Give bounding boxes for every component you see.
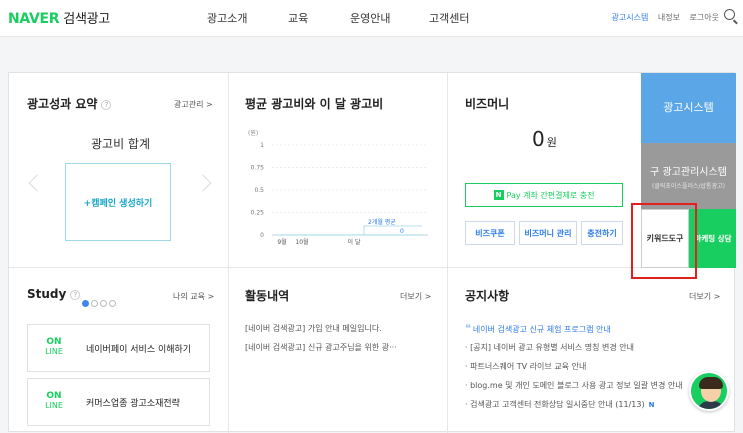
- study-card-title: 네이버페이 서비스 이해하기: [86, 345, 192, 355]
- notice-title: 공지사항: [465, 289, 510, 303]
- ad-system-button[interactable]: 광고시스템: [641, 73, 736, 143]
- study-card[interactable]: ON LINE 네이버페이 서비스 이해하기: [27, 324, 210, 372]
- bizmoney-unit: 원: [546, 136, 557, 149]
- avg-cost-chart: (원) 1 0.75 0.5 0.25 0 9월 10월 이 달 2개월 평균 0: [248, 129, 428, 246]
- notice-item[interactable]: ❝ 네이버 검색광고 신규 체험 프로그램 안내: [465, 322, 735, 335]
- study-title-text: Study: [27, 287, 67, 301]
- old-ad-system-label: 구 광고관리시스템: [650, 167, 727, 178]
- nav-ad-intro[interactable]: 광고소개: [207, 10, 247, 26]
- pagination-dot[interactable]: [82, 300, 89, 307]
- notice-item-text: blog.me 및 개인 도메인 블로그 사용 광고 정보 일괄 변경 안내: [470, 381, 683, 390]
- study-card-title: 커머스업종 광고소재전략: [86, 399, 180, 409]
- notice-item-text: 네이버 검색광고 신규 체험 프로그램 안내: [472, 325, 611, 334]
- notice-item[interactable]: · 파트너스퀘어 TV 라이브 교육 안내: [465, 361, 735, 372]
- divider: [9, 267, 641, 268]
- dashboard: 광고성과 요약? 광고관리 > 광고비 합계 +캠페인 생성하기 평균 광고비와…: [8, 72, 736, 433]
- charge-button[interactable]: 충전하기: [581, 221, 623, 245]
- notice-item-text: [공지] 네이버 광고 유형별 서비스 명칭 변경 안내: [470, 343, 634, 352]
- new-badge: N: [648, 401, 655, 409]
- y-tick-label: 0.25: [251, 210, 265, 217]
- y-tick-label: 0.75: [251, 165, 265, 172]
- activity-item[interactable]: [네이버 검색광고] 가입 안내 메일입니다.: [245, 323, 382, 334]
- chatbot-avatar-button[interactable]: [689, 371, 729, 411]
- notice-item-text: 파트너스퀘어 TV 라이브 교육 안내: [470, 362, 587, 371]
- help-icon[interactable]: ?: [70, 290, 81, 300]
- avg-cost-title: 평균 광고비와 이 달 광고비: [245, 97, 384, 111]
- help-icon[interactable]: ?: [101, 100, 112, 110]
- online-badge-on: ON: [46, 391, 62, 401]
- bizmoney-amount: 0원: [532, 127, 557, 151]
- bizmoney-value: 0: [532, 127, 545, 151]
- old-ad-system-sublabel: (클릭초이스플러스/샵통광고): [652, 183, 725, 190]
- logo-subtitle: 검색광고: [63, 12, 110, 27]
- average-annotation-value: 0: [400, 228, 404, 235]
- pagination-dot[interactable]: [109, 300, 116, 307]
- perf-title: 광고성과 요약?: [27, 95, 112, 112]
- nav-education[interactable]: 교육: [288, 10, 308, 26]
- avatar-hair: [699, 377, 723, 389]
- naver-logo[interactable]: NAVER 검색광고: [8, 8, 110, 27]
- my-education-link[interactable]: 나의 교육 >: [173, 291, 214, 302]
- chart-unit-label: (원): [248, 129, 258, 137]
- logo-text: NAVER: [8, 11, 60, 27]
- create-campaign-button[interactable]: +캠페인 생성하기: [65, 163, 171, 241]
- util-my-info-link[interactable]: 내정보: [658, 13, 680, 22]
- notice-item[interactable]: · [공지] 네이버 광고 유형별 서비스 명칭 변경 안내: [465, 342, 735, 353]
- prev-arrow-icon[interactable]: [28, 174, 46, 192]
- divider: [228, 73, 229, 433]
- x-tick-label: 9월: [277, 238, 286, 246]
- notice-more-link[interactable]: 더보기 >: [689, 291, 720, 302]
- old-ad-system-button[interactable]: 구 광고관리시스템 (클릭초이스플러스/샵통광고): [641, 143, 736, 209]
- top-header: NAVER 검색광고 광고소개 교육 운영안내 고객센터 광고시스템 내정보 로그…: [0, 0, 743, 37]
- activity-more-link[interactable]: 더보기 >: [400, 291, 431, 302]
- bizmoney-manage-button[interactable]: 비즈머니 관리: [519, 221, 577, 245]
- quote-icon: ❝: [465, 322, 471, 335]
- x-tick-label: 10월: [295, 238, 308, 246]
- online-badge-line: LINE: [45, 401, 63, 410]
- online-badge-on: ON: [46, 337, 62, 347]
- y-tick-label: 0: [260, 232, 264, 239]
- perf-title-text: 광고성과 요약: [27, 97, 98, 111]
- biz-coupon-button[interactable]: 비즈쿠폰: [465, 221, 515, 245]
- naver-pay-icon: N: [493, 190, 504, 200]
- activity-item[interactable]: [네이버 검색광고] 신규 광고주님을 위한 광···: [245, 342, 397, 353]
- average-bracket: [363, 225, 422, 235]
- y-tick-label: 1: [260, 142, 264, 149]
- x-tick-label: 이 달: [348, 238, 361, 246]
- notice-item-text: 검색광고 고객센터 전화상담 일시중단 안내 (11/13): [470, 400, 645, 409]
- online-badge-line: LINE: [45, 347, 63, 356]
- pagination-dot[interactable]: [91, 300, 98, 307]
- npay-charge-label: Pay 계좌 간편결제로 충전: [506, 190, 595, 200]
- highlight-box: [631, 203, 697, 279]
- next-arrow-icon[interactable]: [194, 174, 212, 192]
- npay-charge-button[interactable]: N Pay 계좌 간편결제로 충전: [465, 183, 623, 207]
- divider: [447, 73, 448, 433]
- ad-cost-sum-label: 광고비 합계: [91, 137, 151, 151]
- y-tick-label: 0.5: [254, 187, 264, 194]
- nav-operation-guide[interactable]: 운영안내: [350, 10, 390, 26]
- activity-title: 활동내역: [245, 289, 290, 303]
- study-card[interactable]: ON LINE 커머스업종 광고소재전략: [27, 378, 210, 426]
- util-logout-link[interactable]: 로그아웃: [690, 13, 719, 22]
- nav-customer-center[interactable]: 고객센터: [429, 10, 469, 26]
- util-ad-system-link[interactable]: 광고시스템: [612, 13, 649, 22]
- online-badge: ON LINE: [42, 391, 66, 411]
- pagination-dot[interactable]: [100, 300, 107, 307]
- ad-manage-link[interactable]: 광고관리 >: [174, 99, 213, 110]
- online-badge: ON LINE: [42, 337, 66, 357]
- bizmoney-title: 비즈머니: [465, 97, 510, 111]
- average-annotation: 2개월 평균: [368, 218, 396, 226]
- search-icon[interactable]: [724, 9, 735, 20]
- study-title: Study?: [27, 287, 81, 301]
- study-pagination: [82, 292, 118, 311]
- utility-menu: 광고시스템 내정보 로그아웃: [605, 9, 735, 23]
